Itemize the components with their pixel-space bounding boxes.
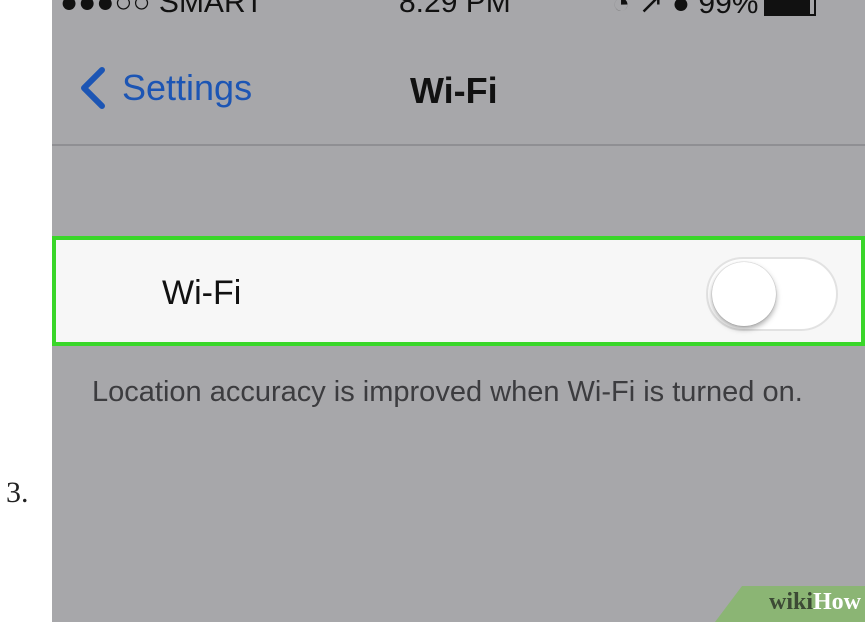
chevron-left-icon [81,67,105,109]
battery-icon [764,0,817,17]
back-button[interactable]: Settings [72,66,252,110]
back-button-label: Settings [122,67,253,108]
page-title: Wi-Fi [410,70,498,111]
toggle-knob[interactable] [712,262,776,326]
wifi-footer-note: Location accuracy is improved when Wi-Fi… [92,376,803,408]
wifi-setting-row: Wi-Fi [52,236,865,346]
wifi-toggle[interactable] [706,257,838,331]
wifi-label: Wi-Fi [162,274,242,312]
status-bar: ●●●○○ SMART 8:29 PM ◔ ↗ ● 99% [52,0,865,20]
wikihow-logo: wikiHow [769,589,861,616]
navigation-bar: Settings Wi-Fi [52,16,865,146]
phone-screen: ●●●○○ SMART 8:29 PM ◔ ↗ ● 99% Settings W… [52,0,865,622]
watermark-how: How [813,589,861,615]
step-number: 3. [6,476,29,509]
watermark-wiki: wiki [768,589,813,615]
